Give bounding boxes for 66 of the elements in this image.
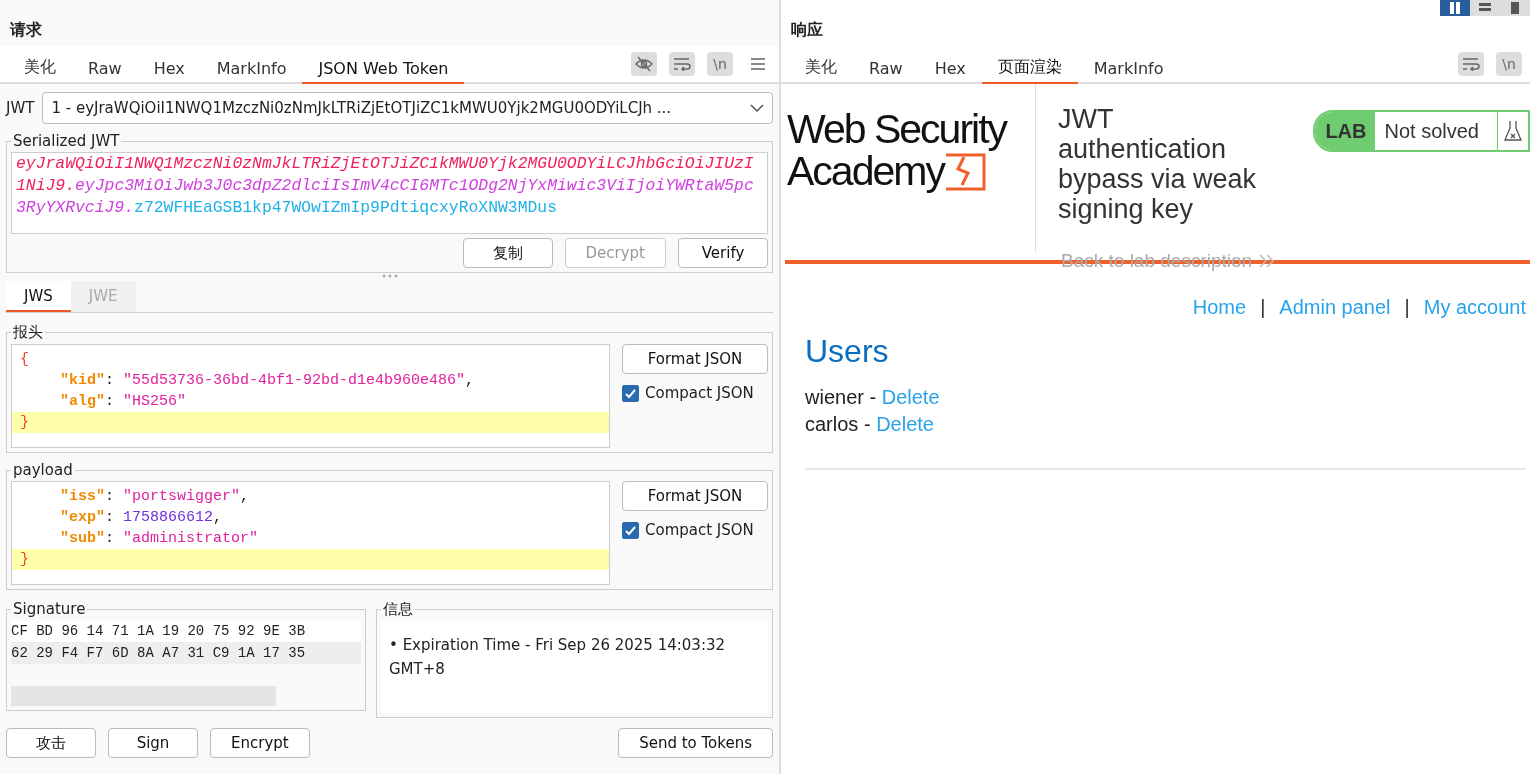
lab-title: JWT authentication bypass via weak signing key xyxy=(1058,104,1258,224)
json-editor[interactable]: "iss": "portswigger", "exp": 1758866612, "sub": "administrator" } xyxy=(11,481,610,585)
checkbox[interactable] xyxy=(622,521,639,539)
section-legend: payload xyxy=(11,461,75,479)
json-editor[interactable]: { "kid": "55d53736-36bd-4bf1-92bd-d1e4b960e486", "alg": "HS256" } xyxy=(11,344,610,448)
columns-icon xyxy=(1449,2,1461,14)
format-json-button[interactable]: Format JSON xyxy=(622,481,768,511)
double-chevron-icon xyxy=(1258,254,1277,268)
section-legend: Serialized JWT xyxy=(11,132,122,150)
code-line: "alg": "HS256" xyxy=(59,392,188,412)
tab[interactable]: MarkInfo xyxy=(1077,59,1180,84)
code-line: "sub": "administrator" xyxy=(59,529,260,549)
nav-separator: | xyxy=(1260,296,1266,319)
checkbox-label: Compact JSON xyxy=(645,384,754,402)
jwt-dropdown[interactable]: 1 - eyJraWQiOiI1NWQ1MzczNi0zNmJkLTRiZjEtOTJiZC1kMWU0Yjk2MGU0ODYiLCJh ... xyxy=(42,92,773,124)
user-name: carlos - xyxy=(805,413,871,435)
action-button[interactable]: 攻击 xyxy=(6,728,96,758)
format-json-button[interactable]: Format JSON xyxy=(622,344,768,374)
panel-title: 请求 xyxy=(10,20,42,41)
serialized-jwt-text[interactable]: eyJraWQiOiI1NWQ1MzczNi0zNmJkLTRiZjEtOTJiZC1kMWU0Yjk2MGU0ODYiLCJhbGciOiJIUzI1NiJ9.eyJpc3MiOiJwb3J0c3dpZ2dlciIsImV4cCI6MTc1ODg2NjYxMiwic3ViIjoiYWRtaW5pc3RyYXRvciJ9.z72WFHEaGSB1kp47WOwIZmIp9PdtiqcxyRoXNW3MDus xyxy=(11,152,768,234)
tab[interactable]: 美化 xyxy=(8,57,72,84)
action-button[interactable]: Verify xyxy=(678,238,768,268)
tab[interactable]: Hex xyxy=(137,59,201,84)
rows-icon xyxy=(1479,2,1491,14)
tab[interactable]: MarkInfo xyxy=(200,59,303,84)
layout-toggle[interactable] xyxy=(1470,0,1500,16)
layout-toggle[interactable] xyxy=(1500,0,1530,16)
code-line: "kid": "55d53736-36bd-4bf1-92bd-d1e4b960e486", xyxy=(59,371,476,391)
wrap-icon[interactable] xyxy=(669,52,695,76)
splitter-grip-icon[interactable] xyxy=(380,273,399,279)
code-line: "exp": 1758866612, xyxy=(59,508,224,528)
send-to-tokens-button[interactable]: Send to Tokens xyxy=(618,728,773,758)
action-button[interactable]: Sign xyxy=(108,728,198,758)
newline-toggle[interactable]: \n xyxy=(707,52,733,76)
code-line: { xyxy=(19,350,30,370)
tab[interactable]: 美化 xyxy=(789,57,853,84)
lab-status-badge: LAB Not solved xyxy=(1313,110,1530,152)
checkbox[interactable] xyxy=(622,384,639,402)
nav-separator: | xyxy=(1404,296,1410,319)
wrap-icon[interactable] xyxy=(1458,52,1484,76)
section-legend: 信息 xyxy=(381,600,415,619)
tab[interactable]: Raw xyxy=(853,59,919,84)
page-heading: Users xyxy=(805,333,890,370)
tab[interactable]: JSON Web Token xyxy=(302,59,465,84)
tab[interactable]: Raw xyxy=(72,59,138,84)
action-button[interactable]: 复制 xyxy=(462,238,553,268)
info-item: • Expiration Time - Fri Sep 26 2025 14:03:32 GMT+8 xyxy=(389,635,727,680)
code-line: "iss": "portswigger", xyxy=(59,487,251,507)
newline-toggle[interactable]: \n xyxy=(1496,52,1522,76)
single-pane-icon xyxy=(1509,2,1521,14)
user-name: wiener - xyxy=(805,386,877,408)
academy-logo: Web Security Academy xyxy=(781,84,1036,252)
section-legend: 报头 xyxy=(11,323,45,342)
flask-icon xyxy=(1504,120,1522,142)
hex-row: CF BD 96 14 71 1A 19 20 75 92 9E 3B xyxy=(11,620,361,642)
tab[interactable]: JWS xyxy=(6,281,71,312)
checkbox-label: Compact JSON xyxy=(645,521,754,539)
panel-title: 响应 xyxy=(791,20,823,41)
hex-row: 62 29 F4 F7 6D 8A A7 31 C9 1A 17 35 xyxy=(11,642,361,664)
section-legend: Signature xyxy=(11,600,88,618)
tab[interactable]: Hex xyxy=(918,59,982,84)
chevron-down-icon xyxy=(750,104,764,112)
layout-toggle[interactable] xyxy=(1440,0,1470,16)
jwt-label: JWT xyxy=(6,99,35,117)
hide-icon[interactable] xyxy=(631,52,657,76)
action-button[interactable]: Encrypt xyxy=(210,728,310,758)
